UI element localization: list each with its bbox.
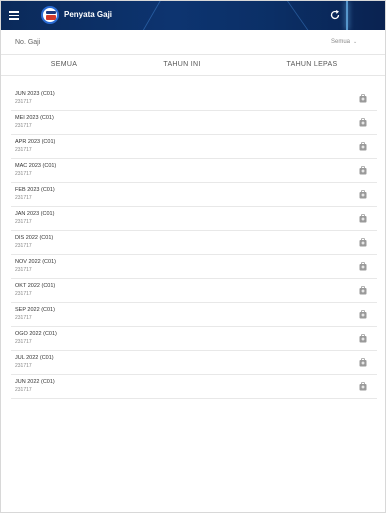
download-icon[interactable] (359, 286, 367, 295)
list-item[interactable]: SEP 2022 (C01) 231717 (11, 303, 377, 327)
download-icon[interactable] (359, 166, 367, 175)
list-item[interactable]: MAC 2023 (C01) 231717 (11, 159, 377, 183)
menu-icon[interactable] (9, 11, 19, 20)
list-item-title: MEI 2023 (C01) (15, 115, 54, 121)
list-item-title: OKT 2022 (C01) (15, 283, 56, 289)
list-item-subtitle: 231717 (15, 171, 32, 177)
list-item[interactable]: DIS 2022 (C01) 231717 (11, 231, 377, 255)
list-item-subtitle: 231717 (15, 243, 32, 249)
list-item-title: JUN 2022 (C01) (15, 379, 55, 385)
payslip-list: JUN 2023 (C01) 231717 MEI 2023 (C01) 231717… (1, 87, 385, 399)
list-item-title: FEB 2023 (C01) (15, 187, 55, 193)
download-icon[interactable] (359, 118, 367, 127)
header-decoration (130, 1, 292, 30)
list-item-subtitle: 231717 (15, 147, 32, 153)
download-icon[interactable] (359, 382, 367, 391)
list-item[interactable]: JUN 2023 (C01) 231717 (11, 87, 377, 111)
list-item-subtitle: 231717 (15, 339, 32, 345)
tab-tahun-ini[interactable]: TAHUN INI (132, 61, 232, 68)
download-icon[interactable] (359, 358, 367, 367)
list-item-title: JUL 2022 (C01) (15, 355, 54, 361)
list-item-title: JAN 2023 (C01) (15, 211, 55, 217)
list-item-subtitle: 231717 (15, 291, 32, 297)
download-icon[interactable] (359, 214, 367, 223)
list-item[interactable]: NOV 2022 (C01) 231717 (11, 255, 377, 279)
list-item-subtitle: 231717 (15, 387, 32, 393)
header-decoration (346, 1, 348, 30)
download-icon[interactable] (359, 190, 367, 199)
filter-select[interactable]: Semua ⌄ (331, 39, 357, 45)
tab-tahun-lepas[interactable]: TAHUN LEPAS (262, 61, 362, 68)
list-item[interactable]: FEB 2023 (C01) 231717 (11, 183, 377, 207)
list-item-title: MAC 2023 (C01) (15, 163, 57, 169)
list-item-title: SEP 2022 (C01) (15, 307, 55, 313)
filter-select-value: Semua (331, 39, 351, 45)
tab-semua[interactable]: SEMUA (14, 61, 114, 68)
refresh-icon[interactable] (329, 9, 341, 21)
list-item-title: DIS 2022 (C01) (15, 235, 54, 241)
list-item[interactable]: JAN 2023 (C01) 231717 (11, 207, 377, 231)
list-item-subtitle: 231717 (15, 219, 32, 225)
download-icon[interactable] (359, 142, 367, 151)
app-header: Penyata Gaji (1, 1, 385, 30)
filter-label: No. Gaji (15, 39, 41, 46)
chevron-down-icon: ⌄ (353, 39, 358, 45)
list-item-subtitle: 231717 (15, 315, 32, 321)
list-item-subtitle: 231717 (15, 99, 32, 105)
app-frame: Penyata Gaji No. Gaji Semua ⌄ SEMUA TAHUN… (0, 0, 386, 513)
list-item-title: JUN 2023 (C01) (15, 91, 55, 97)
download-icon[interactable] (359, 310, 367, 319)
list-item-subtitle: 231717 (15, 123, 32, 129)
list-item-subtitle: 231717 (15, 363, 32, 369)
tab-bar: SEMUA TAHUN INI TAHUN LEPAS (1, 56, 385, 76)
download-icon[interactable] (359, 262, 367, 271)
list-item[interactable]: JUN 2022 (C01) 231717 (11, 375, 377, 399)
list-item-subtitle: 231717 (15, 195, 32, 201)
download-icon[interactable] (359, 334, 367, 343)
page-title: Penyata Gaji (64, 10, 113, 19)
list-item[interactable]: OKT 2022 (C01) 231717 (11, 279, 377, 303)
list-item-subtitle: 231717 (15, 267, 32, 273)
filter-row: No. Gaji Semua ⌄ (1, 30, 385, 55)
app-logo (41, 6, 59, 24)
list-item-title: OGO 2022 (C01) (15, 331, 57, 337)
list-item[interactable]: MEI 2023 (C01) 231717 (11, 111, 377, 135)
list-item-title: NOV 2022 (C01) (15, 259, 56, 265)
list-item[interactable]: OGO 2022 (C01) 231717 (11, 327, 377, 351)
download-icon[interactable] (359, 238, 367, 247)
list-item-title: APR 2023 (C01) (15, 139, 56, 145)
download-icon[interactable] (359, 94, 367, 103)
list-item[interactable]: APR 2023 (C01) 231717 (11, 135, 377, 159)
list-item[interactable]: JUL 2022 (C01) 231717 (11, 351, 377, 375)
